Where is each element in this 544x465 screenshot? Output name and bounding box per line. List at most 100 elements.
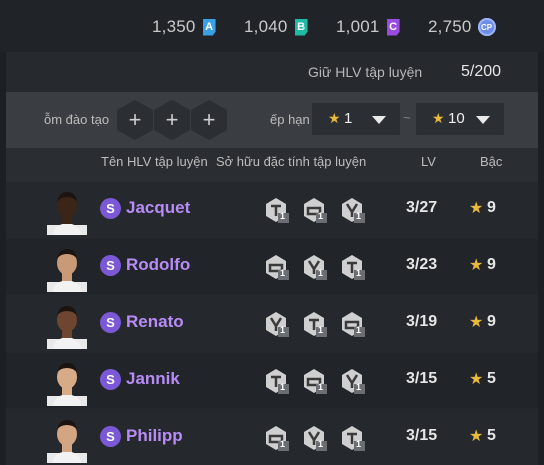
plus-icon: + xyxy=(128,107,142,132)
table-header: Tên HLV tập luyện Sở hữu đặc tính tập lu… xyxy=(6,148,538,182)
coach-tier: 5 xyxy=(487,427,496,444)
currency-cp: 2,750 CP xyxy=(428,16,496,38)
header-traits[interactable]: Sở hữu đặc tính tập luyện xyxy=(216,154,366,169)
cp-coin-icon: CP xyxy=(477,18,496,36)
coach-row[interactable]: S Jannik 1 1 1 3/15 ★ 5 xyxy=(6,353,538,408)
rank-to-dropdown[interactable]: ★ 10 xyxy=(416,103,504,135)
training-trait-icon[interactable]: 1 xyxy=(337,308,367,338)
coach-level: 3/27 xyxy=(406,199,438,216)
trait-level: 1 xyxy=(356,439,362,449)
coach-level: 3/23 xyxy=(406,256,438,273)
training-trait-icon[interactable]: 1 xyxy=(337,251,367,281)
coach-row[interactable]: S Rodolfo 1 1 1 3/23 ★ 9 xyxy=(6,239,538,294)
currency-a: 1,350 A xyxy=(152,16,216,38)
coach-row[interactable]: S Jacquet 1 1 1 3/27 ★ 9 xyxy=(6,182,538,237)
coach-portrait xyxy=(47,301,87,349)
coach-panel: Giữ HLV tập luyện 5/200 ỗm đào tạo + + +… xyxy=(6,52,538,465)
trait-level: 1 xyxy=(356,268,362,278)
c-ticket-icon: C xyxy=(386,18,400,36)
trait-level: 1 xyxy=(318,211,324,221)
coach-row[interactable]: S Renato 1 1 1 3/19 ★ 9 xyxy=(6,296,538,351)
currency-b-value: 1,040 xyxy=(244,17,288,36)
star-icon: ★ xyxy=(469,371,484,388)
coach-tier: 9 xyxy=(487,313,496,330)
training-trait-icon[interactable]: 1 xyxy=(261,194,291,224)
star-icon: ★ xyxy=(469,257,484,274)
currency-cp-value: 2,750 xyxy=(428,17,472,36)
coach-name: Philipp xyxy=(126,426,183,445)
currency-c: 1,001 C xyxy=(336,16,400,38)
trait-level: 1 xyxy=(318,268,324,278)
coach-level: 3/15 xyxy=(406,427,438,444)
training-trait-icon[interactable]: 1 xyxy=(261,422,291,452)
grade-badge-icon: S xyxy=(100,369,121,390)
rank-from-dropdown[interactable]: ★ 1 xyxy=(312,103,400,135)
coach-level: 3/15 xyxy=(406,370,438,387)
coach-portrait xyxy=(47,187,87,235)
coach-tier: 9 xyxy=(487,199,496,216)
star-icon: ★ xyxy=(432,110,445,126)
coach-portrait xyxy=(47,244,87,292)
trait-level: 1 xyxy=(318,382,324,392)
training-trait-icon[interactable]: 1 xyxy=(299,422,329,452)
filter-row: ỗm đào tạo + + + ếp hạn ★ 1 ~ ★ 10 xyxy=(6,92,538,148)
coach-portrait xyxy=(47,415,87,463)
trait-level: 1 xyxy=(280,211,286,221)
add-slot-button-3[interactable]: + xyxy=(191,100,227,140)
grade-badge-icon: S xyxy=(100,312,121,333)
grade-badge-icon: S xyxy=(100,255,121,276)
rank-to-value: 10 xyxy=(448,110,465,127)
trait-level: 1 xyxy=(280,325,286,335)
coach-name: Rodolfo xyxy=(126,255,191,274)
chevron-down-icon xyxy=(372,116,386,124)
hold-label: Giữ HLV tập luyện xyxy=(308,64,423,80)
training-trait-icon[interactable]: 1 xyxy=(337,194,367,224)
trait-level: 1 xyxy=(280,439,286,449)
coach-row[interactable]: S Philipp 1 1 1 3/15 ★ 5 xyxy=(6,410,538,465)
training-trait-icon[interactable]: 1 xyxy=(337,422,367,452)
b-ticket-icon: B xyxy=(294,18,308,36)
hold-count: 5/200 xyxy=(461,63,502,80)
a-ticket-icon: A xyxy=(202,18,216,36)
trait-level: 1 xyxy=(318,325,324,335)
trait-level: 1 xyxy=(280,382,286,392)
range-separator: ~ xyxy=(403,110,411,125)
hold-row: Giữ HLV tập luyện 5/200 xyxy=(6,52,538,92)
header-tier[interactable]: Bậc xyxy=(480,154,502,169)
chevron-down-icon xyxy=(476,116,490,124)
coach-tier: 5 xyxy=(487,370,496,387)
currency-b: 1,040 B xyxy=(244,16,308,38)
currency-a-value: 1,350 xyxy=(152,17,196,36)
coach-name: Jacquet xyxy=(126,198,191,217)
training-trait-icon[interactable]: 1 xyxy=(299,251,329,281)
trait-level: 1 xyxy=(356,211,362,221)
plus-icon: + xyxy=(202,107,216,132)
currency-c-value: 1,001 xyxy=(336,17,380,36)
trait-level: 1 xyxy=(356,382,362,392)
training-trait-icon[interactable]: 1 xyxy=(299,194,329,224)
add-slot-button-2[interactable]: + xyxy=(154,100,190,140)
add-slot-button-1[interactable]: + xyxy=(117,100,153,140)
header-name[interactable]: Tên HLV tập luyện xyxy=(101,154,208,169)
trait-level: 1 xyxy=(280,268,286,278)
header-level[interactable]: LV xyxy=(421,154,436,169)
rank-from-value: 1 xyxy=(344,110,353,127)
coach-level: 3/19 xyxy=(406,313,438,330)
grade-badge-icon: S xyxy=(100,426,121,447)
coach-name: Renato xyxy=(126,312,184,331)
plus-icon: + xyxy=(165,107,179,132)
training-trait-icon[interactable]: 1 xyxy=(337,365,367,395)
star-icon: ★ xyxy=(469,200,484,217)
star-icon: ★ xyxy=(328,110,341,126)
trait-level: 1 xyxy=(318,439,324,449)
training-trait-icon[interactable]: 1 xyxy=(299,308,329,338)
training-trait-icon[interactable]: 1 xyxy=(261,365,291,395)
training-filter-label: ỗm đào tạo xyxy=(44,112,110,127)
coach-portrait xyxy=(47,358,87,406)
training-trait-icon[interactable]: 1 xyxy=(261,308,291,338)
star-icon: ★ xyxy=(469,314,484,331)
training-trait-icon[interactable]: 1 xyxy=(261,251,291,281)
training-trait-icon[interactable]: 1 xyxy=(299,365,329,395)
currency-bar: 1,350 A 1,040 B 1,001 C 2,750 CP xyxy=(0,0,544,52)
coach-tier: 9 xyxy=(487,256,496,273)
